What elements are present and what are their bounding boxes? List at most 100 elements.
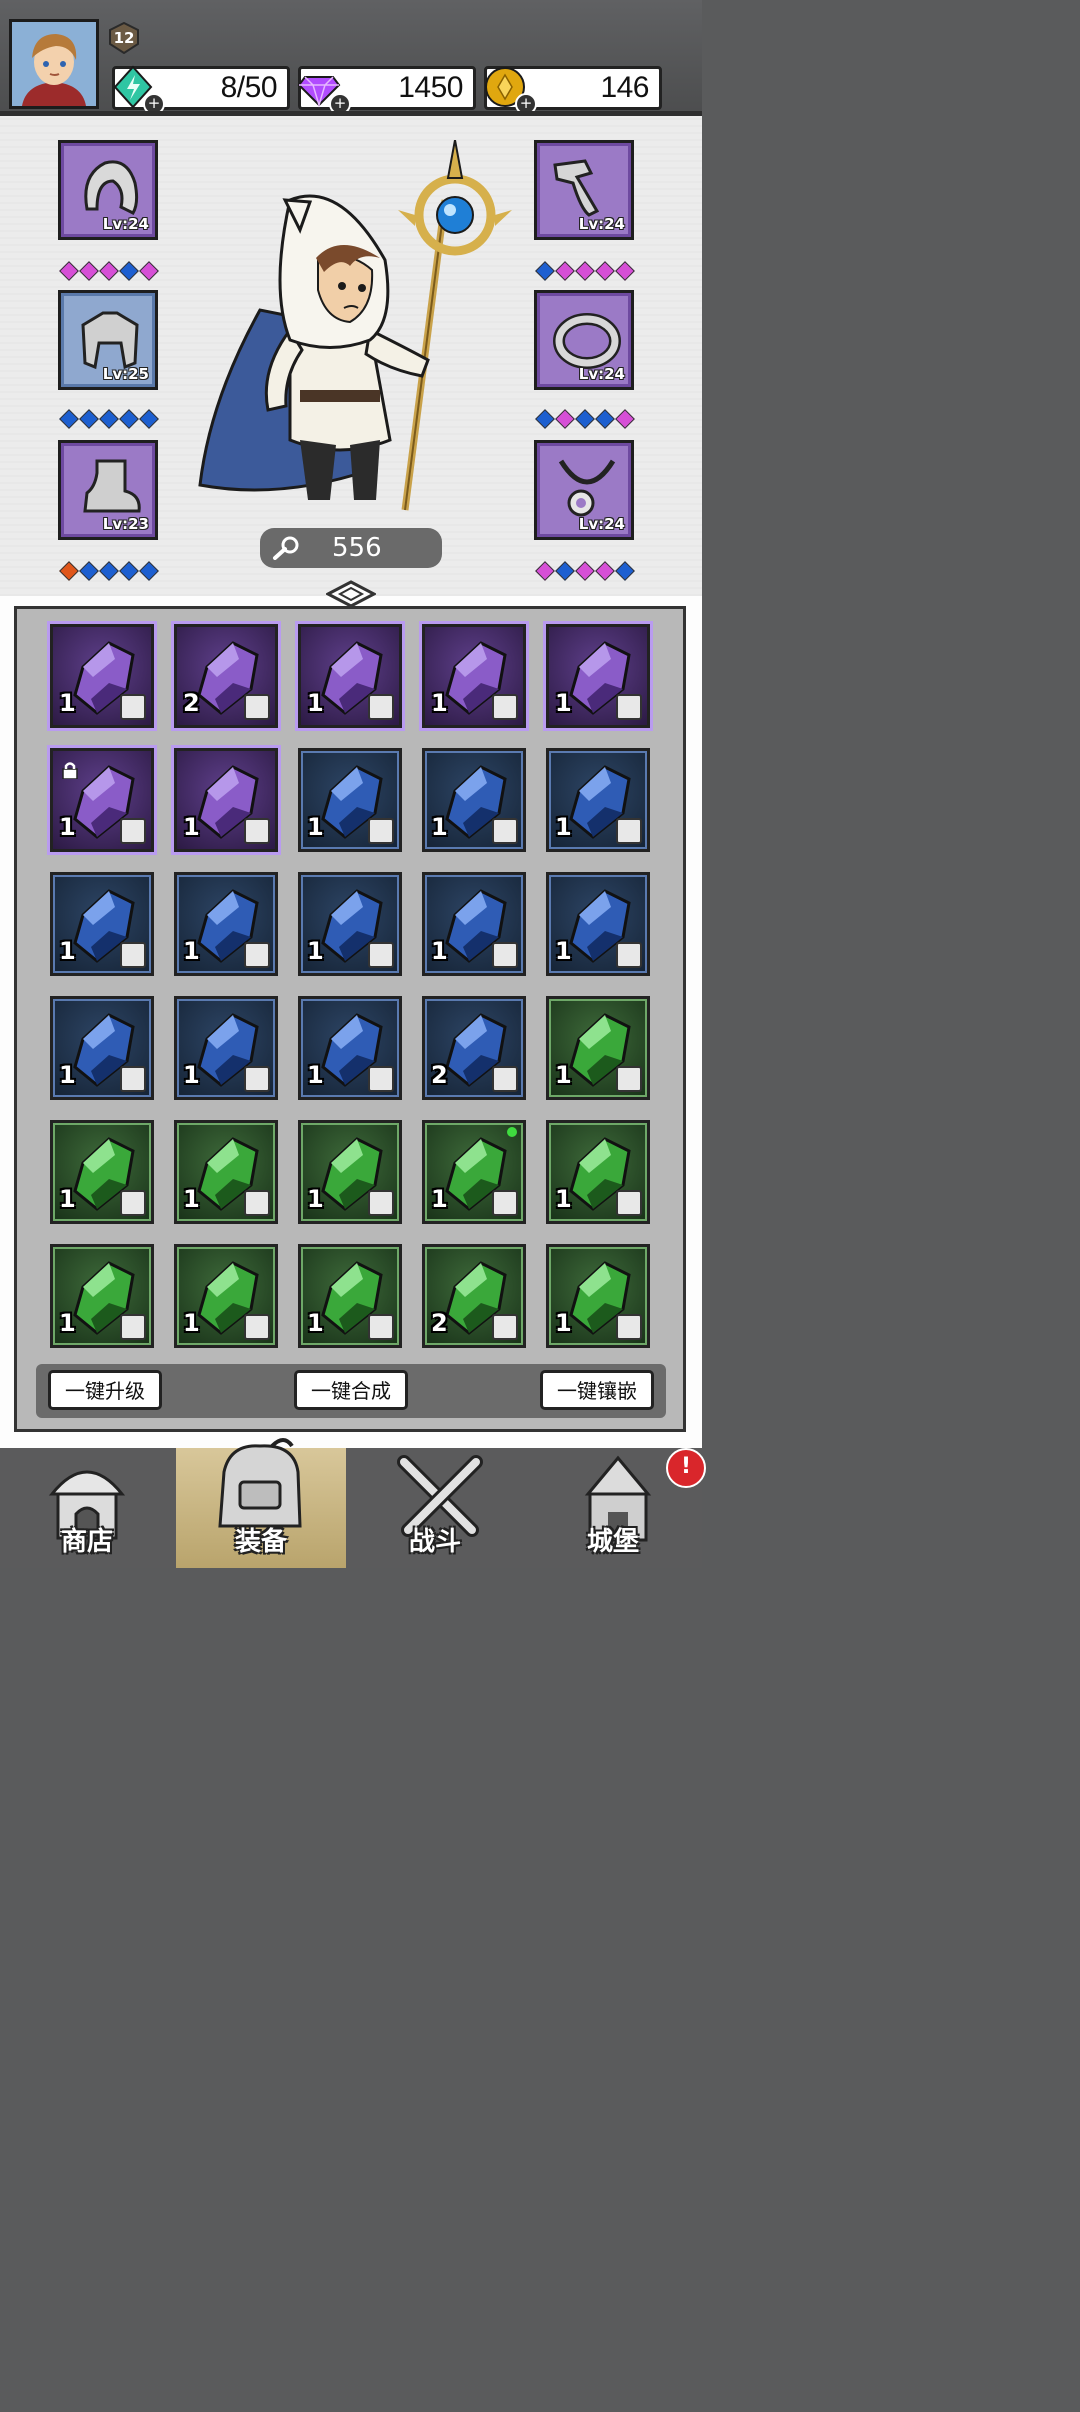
gold-counter[interactable]: + 146: [484, 66, 662, 115]
equip-slot-helmet[interactable]: Lv:24: [58, 140, 158, 240]
gem-cell[interactable]: 1: [174, 996, 278, 1100]
socket-pink-icon: [99, 261, 119, 281]
gem-cell[interactable]: 1: [546, 1244, 650, 1348]
gem-count: 1: [59, 1309, 76, 1337]
nav-shop[interactable]: 商店: [2, 1448, 172, 1568]
gloves-slot-icon: [120, 1066, 146, 1092]
gem-count: 1: [59, 689, 76, 717]
gem-cell[interactable]: 1: [50, 1244, 154, 1348]
socket-pink-icon: [615, 409, 635, 429]
gem-cell[interactable]: 2: [174, 624, 278, 728]
socket-pink-icon: [575, 561, 595, 581]
nav-battle[interactable]: 战斗: [350, 1448, 520, 1568]
boots-slot-icon: [368, 942, 394, 968]
gem-cell[interactable]: 2: [422, 996, 526, 1100]
gem-cell[interactable]: 1: [298, 748, 402, 852]
gem-cell[interactable]: 1: [50, 1120, 154, 1224]
nav-battle-label: 战斗: [408, 1527, 461, 1557]
gem-cell[interactable]: 1: [50, 748, 154, 852]
gem-count: 1: [431, 689, 448, 717]
add-energy-button[interactable]: +: [143, 93, 165, 115]
gem-count: 1: [307, 689, 324, 717]
gem-count: 2: [431, 1061, 448, 1089]
energy-counter[interactable]: + 8/50: [112, 65, 290, 115]
gem-cell[interactable]: 1: [298, 1244, 402, 1348]
gem-cell[interactable]: 1: [298, 872, 402, 976]
socket-pink-icon: [595, 261, 615, 281]
castle-alert-badge: !: [666, 1448, 706, 1488]
amulet-slot-icon: [368, 1066, 394, 1092]
upgrade-all-button[interactable]: 一键升级: [48, 1370, 162, 1410]
equip-slot-ring[interactable]: Lv:24: [534, 290, 634, 390]
gloves-slot-icon: [244, 1314, 270, 1340]
gem-count: 1: [183, 1185, 200, 1213]
socket-pink-icon: [555, 261, 575, 281]
gem-cell[interactable]: 1: [546, 872, 650, 976]
equip-slot-gloves[interactable]: Lv:24: [534, 140, 634, 240]
add-gold-button[interactable]: +: [515, 93, 537, 115]
nav-shop-label: 商店: [60, 1527, 113, 1557]
gem-count: 1: [555, 937, 572, 965]
gem-cell[interactable]: 1: [174, 1120, 278, 1224]
gem-count: 1: [183, 813, 200, 841]
socket-blue-icon: [139, 409, 159, 429]
gem-count: 1: [555, 813, 572, 841]
gem-count: 1: [59, 937, 76, 965]
player-avatar[interactable]: [9, 19, 99, 109]
gem-count: 1: [183, 937, 200, 965]
inlay-all-button[interactable]: 一键镶嵌: [540, 1370, 654, 1410]
socket-pink-icon: [79, 261, 99, 281]
boots-slot-icon: [244, 1190, 270, 1216]
hero-character[interactable]: [190, 140, 520, 520]
boots-slot-icon: [492, 942, 518, 968]
gem-cell[interactable]: 1: [50, 624, 154, 728]
ring-slot-icon: [492, 1314, 518, 1340]
nav-equipment[interactable]: 装备: [176, 1438, 346, 1568]
gem-count: 1: [431, 937, 448, 965]
nav-equipment-label: 装备: [234, 1527, 287, 1557]
equip-slot-armor[interactable]: Lv:25: [58, 290, 158, 390]
socket-pink-icon: [615, 261, 635, 281]
gem-cell[interactable]: 1: [422, 748, 526, 852]
diamond-counter[interactable]: + 1450: [297, 66, 476, 115]
gem-cell[interactable]: 1: [422, 872, 526, 976]
socket-pink-icon: [535, 561, 555, 581]
gem-count: 1: [59, 813, 76, 841]
ring-sockets: [535, 409, 635, 429]
gem-cell[interactable]: 1: [546, 748, 650, 852]
armor-slot-icon: [120, 1190, 146, 1216]
ring-slot-icon: [616, 694, 642, 720]
gem-cell[interactable]: 1: [174, 1244, 278, 1348]
equip-slot-boots[interactable]: Lv:23: [58, 440, 158, 540]
gem-cell[interactable]: 1: [422, 1120, 526, 1224]
gem-count: 1: [307, 1185, 324, 1213]
gem-cell[interactable]: 1: [546, 996, 650, 1100]
gem-cell[interactable]: 1: [50, 996, 154, 1100]
gem-cell[interactable]: 1: [50, 872, 154, 976]
gem-cell[interactable]: 1: [298, 624, 402, 728]
merge-all-button[interactable]: 一键合成: [294, 1370, 408, 1410]
gem-cell[interactable]: 1: [298, 996, 402, 1100]
armor-slot-icon: [120, 942, 146, 968]
gem-cell[interactable]: 1: [298, 1120, 402, 1224]
gem-count: 1: [555, 1185, 572, 1213]
gem-cell[interactable]: 2: [422, 1244, 526, 1348]
gem-cell[interactable]: 1: [422, 624, 526, 728]
add-diamond-button[interactable]: +: [329, 93, 351, 115]
socket-blue-icon: [59, 409, 79, 429]
socket-blue-icon: [119, 561, 139, 581]
gem-count: 1: [183, 1061, 200, 1089]
ring-slot-icon: [244, 1066, 270, 1092]
helmet-sockets: [59, 261, 159, 281]
socket-blue-icon: [575, 409, 595, 429]
gem-cell[interactable]: 1: [174, 872, 278, 976]
gem-cell[interactable]: 1: [174, 748, 278, 852]
amulet-slot-icon: [616, 1314, 642, 1340]
armor-slot-icon: [616, 818, 642, 844]
gem-cell[interactable]: 1: [546, 624, 650, 728]
gem-cell[interactable]: 1: [546, 1120, 650, 1224]
helmet-slot-icon: [368, 818, 394, 844]
gem-count: 1: [555, 689, 572, 717]
equip-slot-amulet[interactable]: Lv:24: [534, 440, 634, 540]
gloves-slot-icon: [120, 1314, 146, 1340]
